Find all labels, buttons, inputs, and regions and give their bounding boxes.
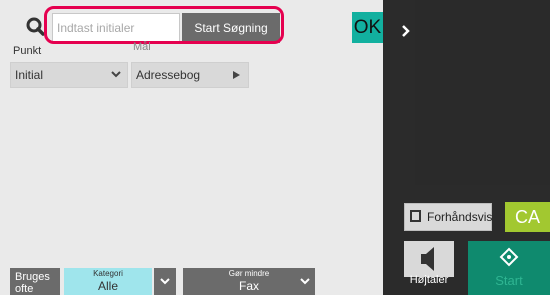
gor-title: Gør mindre bbox=[228, 269, 270, 278]
start-label: Start bbox=[495, 273, 523, 288]
speaker-label: Højtaler bbox=[409, 274, 449, 286]
bruges-line1: Bruges bbox=[15, 271, 50, 283]
bruges-line2: ofte bbox=[15, 283, 34, 295]
main-area: Indtast initialer Start Søgning OK Punkt… bbox=[0, 0, 383, 295]
chevron-right-icon bbox=[402, 25, 410, 37]
ok-button[interactable]: OK bbox=[352, 12, 383, 43]
preview-icon bbox=[410, 210, 421, 222]
gor-value: Fax bbox=[238, 279, 259, 293]
highlight-frame bbox=[44, 6, 284, 44]
start-diamond-icon bbox=[499, 247, 519, 267]
chevron-down-icon bbox=[111, 63, 121, 95]
mal-select[interactable]: Adressebog bbox=[131, 62, 249, 88]
chevron-down-icon bbox=[300, 275, 310, 290]
mal-label: Mål bbox=[133, 41, 151, 53]
kategori-select[interactable]: Kategori Alle bbox=[64, 268, 152, 295]
kategori-value: Alle bbox=[97, 279, 118, 293]
speaker-box bbox=[404, 241, 454, 277]
gor-mindre-select[interactable]: Gør mindre Fax bbox=[183, 268, 315, 295]
chevron-down-icon bbox=[160, 278, 170, 285]
preview-label: Forhåndsvis bbox=[427, 210, 493, 224]
preview-button[interactable]: Forhåndsvis bbox=[404, 203, 492, 231]
ca-button[interactable]: CA bbox=[505, 202, 550, 232]
kategori-dropdown-button[interactable] bbox=[154, 268, 176, 295]
punkt-value: Initial bbox=[15, 68, 44, 82]
arrow-right-icon bbox=[232, 63, 242, 95]
speaker-icon bbox=[421, 247, 434, 271]
mal-value: Adressebog bbox=[136, 68, 201, 82]
speaker-button[interactable]: Højtaler bbox=[404, 241, 454, 295]
preview-pane bbox=[415, 0, 550, 185]
start-button[interactable]: Start bbox=[468, 241, 550, 295]
panel-toggle-button[interactable] bbox=[398, 20, 416, 42]
bruges-ofte-button[interactable]: Bruges ofte bbox=[10, 268, 60, 295]
kategori-title: Kategori bbox=[93, 269, 123, 278]
punkt-label: Punkt bbox=[13, 45, 42, 57]
punkt-select[interactable]: Initial bbox=[10, 62, 128, 88]
